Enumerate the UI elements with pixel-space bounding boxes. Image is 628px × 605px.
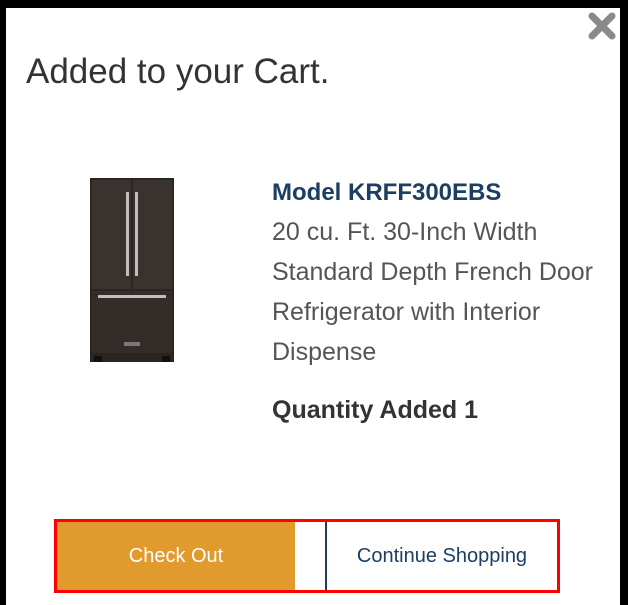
check-out-button[interactable]: Check Out	[57, 522, 295, 590]
refrigerator-image	[90, 178, 174, 362]
cart-actions: Check Out Continue Shopping	[54, 519, 560, 593]
product-model: Model KRFF300EBS	[272, 179, 502, 206]
product-description: 20 cu. Ft. 30-Inch Width Standard Depth …	[272, 218, 594, 366]
close-icon[interactable]	[586, 10, 618, 42]
continue-shopping-button[interactable]: Continue Shopping	[325, 522, 557, 590]
button-spacer	[295, 522, 325, 590]
modal-title: Added to your Cart.	[26, 52, 330, 91]
quantity-added: Quantity Added 1	[272, 396, 479, 424]
added-to-cart-modal: Added to your Cart. Model KRFF300EBS 20 …	[6, 8, 620, 605]
product-info: Model KRFF300EBS 20 cu. Ft. 30-Inch Widt…	[272, 178, 602, 425]
